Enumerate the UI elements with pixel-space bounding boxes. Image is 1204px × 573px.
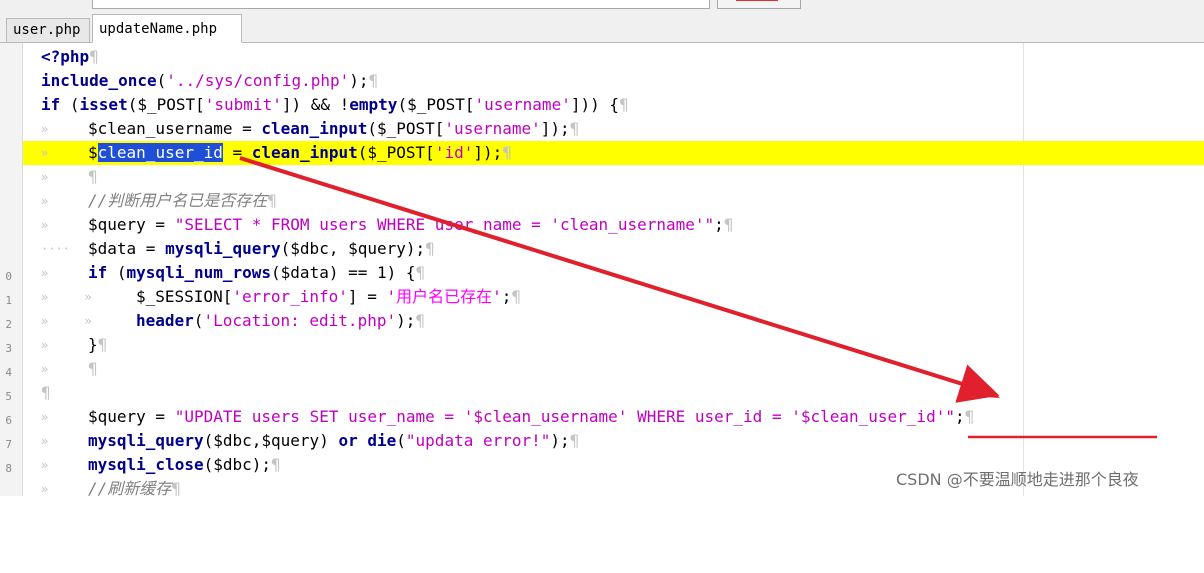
line-number: 8 [5, 462, 12, 475]
tab-updatename-php[interactable]: updateName.php [92, 14, 242, 43]
watermark: CSDN @不要温顺地走进那个良夜 [896, 470, 1139, 489]
toolbar-button[interactable] [717, 0, 801, 9]
line-number: 1 [5, 294, 12, 307]
code-line[interactable]: » //判断用户名已是否存在¶ [23, 189, 1204, 213]
code-editor[interactable]: <?php¶ include_once('../sys/config.php')… [23, 43, 1204, 498]
text-selection[interactable]: clean_user_id [97, 143, 223, 162]
line-number: 6 [5, 414, 12, 427]
code-line[interactable]: » $clean_username = clean_input($_POST['… [23, 117, 1204, 141]
line-number: 2 [5, 318, 12, 331]
code-line[interactable]: » }¶ [23, 333, 1204, 357]
code-line[interactable]: ¶ [23, 381, 1204, 405]
line-number-gutter: 0 1 2 3 4 5 6 7 8 [0, 43, 23, 496]
line-number: 7 [5, 438, 12, 451]
line-number: 0 [5, 270, 12, 283]
code-line[interactable]: » ¶ [23, 165, 1204, 189]
line-number: 4 [5, 366, 12, 379]
code-line[interactable]: » if (mysqli_num_rows($data) == 1) {¶ [23, 261, 1204, 285]
tab-bar: user.php updateName.php [0, 10, 1204, 43]
toolbar-input[interactable] [92, 0, 710, 9]
code-line[interactable]: » » $_SESSION['error_info'] = '用户名已存在';¶ [23, 285, 1204, 309]
code-line[interactable]: » $query = "SELECT * FROM users WHERE us… [23, 213, 1204, 237]
line-number: 3 [5, 342, 12, 355]
code-line-highlighted[interactable]: » $clean_user_id = clean_input($_POST['i… [23, 141, 1204, 165]
line-number: 5 [5, 390, 12, 403]
toolbar-strip [0, 0, 1204, 10]
code-line[interactable]: » » header('Location: edit.php');¶ [23, 309, 1204, 333]
code-line[interactable]: if (isset($_POST['submit']) && !empty($_… [23, 93, 1204, 117]
tab-user-php[interactable]: user.php [6, 18, 90, 42]
code-line[interactable]: » $query = "UPDATE users SET user_name =… [23, 405, 1204, 429]
code-line[interactable]: » mysqli_query($dbc,$query) or die("upda… [23, 429, 1204, 453]
code-line[interactable]: ···· $data = mysqli_query($dbc, $query);… [23, 237, 1204, 261]
code-line[interactable]: include_once('../sys/config.php');¶ [23, 69, 1204, 93]
code-line[interactable]: <?php¶ [23, 45, 1204, 69]
code-line[interactable]: » ¶ [23, 357, 1204, 381]
